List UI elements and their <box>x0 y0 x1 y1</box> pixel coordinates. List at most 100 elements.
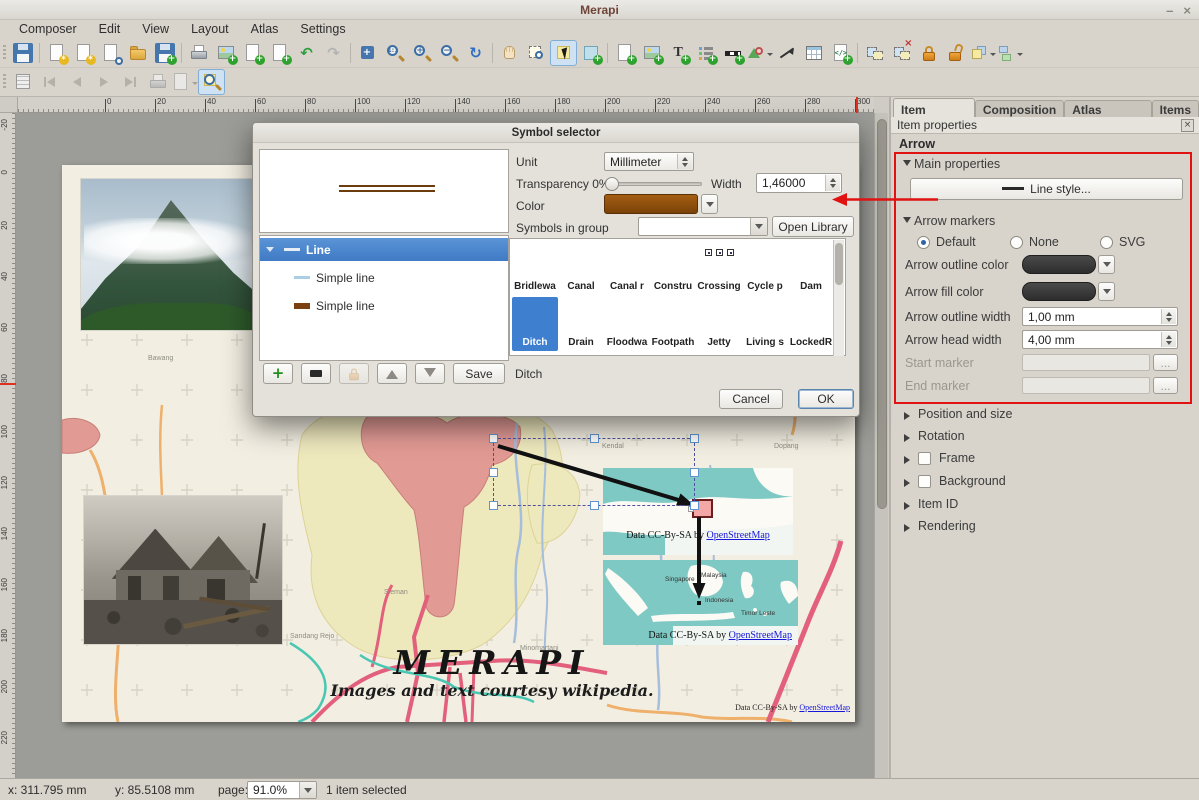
add-symbol-button[interactable]: + <box>263 363 293 384</box>
tab-item-properties[interactable]: Item properties <box>893 98 975 117</box>
combo-dropdown[interactable] <box>299 782 316 798</box>
add-html-button[interactable] <box>827 40 854 66</box>
tree-expander-icon[interactable] <box>266 247 274 256</box>
raise-items-button[interactable] <box>969 40 996 66</box>
atlas-settings-button[interactable] <box>198 69 225 95</box>
section-position-and-size[interactable]: Position and size <box>901 407 1013 422</box>
section-item-id[interactable]: Item ID <box>901 497 958 512</box>
composition-title-item[interactable]: MERAPI <box>312 645 672 681</box>
zoom-out-button[interactable]: − <box>435 40 462 66</box>
menu-layout[interactable]: Layout <box>180 21 240 37</box>
align-items-button[interactable] <box>996 40 1023 66</box>
menu-edit[interactable]: Edit <box>88 21 132 37</box>
atlas-next-feature-button[interactable] <box>90 69 117 95</box>
tree-item-line[interactable]: Line <box>260 238 508 261</box>
unit-combobox[interactable]: Millimeter <box>604 152 694 171</box>
open-template-button[interactable] <box>124 40 151 66</box>
symbol-cell[interactable]: Constru <box>650 241 696 295</box>
add-map-button[interactable] <box>611 40 638 66</box>
dialog-title[interactable]: Symbol selector <box>253 123 859 143</box>
atlas-previous-feature-button[interactable] <box>63 69 90 95</box>
symbols-group-combobox[interactable] <box>638 217 768 236</box>
remove-symbol-button[interactable] <box>301 363 331 384</box>
symbol-cell[interactable]: Bridlewa <box>512 241 558 295</box>
menu-composer[interactable]: Composer <box>8 21 88 37</box>
resize-handle-se[interactable] <box>690 501 699 510</box>
start-marker-browse-button[interactable]: ... <box>1153 354 1178 371</box>
end-marker-browse-button[interactable]: ... <box>1153 377 1178 394</box>
lock-items-button[interactable] <box>915 40 942 66</box>
end-marker-field[interactable] <box>1022 377 1150 394</box>
move-down-button[interactable] <box>415 363 445 384</box>
section-rendering[interactable]: Rendering <box>901 519 976 534</box>
resize-handle-sw[interactable] <box>489 501 498 510</box>
unlock-items-button[interactable] <box>942 40 969 66</box>
zoom-region-button[interactable] <box>523 40 550 66</box>
marker-default-radio[interactable]: Default <box>917 235 976 250</box>
arrow-head-width-spinbox[interactable]: 4,00 mm <box>1022 330 1178 349</box>
symbol-cell[interactable]: Crossing <box>696 241 742 295</box>
print-atlas-button[interactable] <box>144 69 171 95</box>
tab-atlas-generation[interactable]: Atlas generation <box>1064 100 1151 117</box>
symbol-cell[interactable]: Jetty <box>696 297 742 351</box>
lock-symbol-button[interactable] <box>339 363 369 384</box>
background-checkbox[interactable] <box>918 475 931 488</box>
redo-button[interactable] <box>320 40 347 66</box>
add-scalebar-button[interactable] <box>719 40 746 66</box>
preview-atlas-button[interactable] <box>9 69 36 95</box>
atlas-first-feature-button[interactable] <box>36 69 63 95</box>
add-legend-button[interactable] <box>692 40 719 66</box>
save-symbol-button[interactable]: Save <box>453 363 505 384</box>
resize-handle-s[interactable] <box>590 501 599 510</box>
openstreetmap-link[interactable]: OpenStreetMap <box>729 630 792 641</box>
toolbar-grip[interactable] <box>3 74 6 90</box>
menu-atlas[interactable]: Atlas <box>240 21 290 37</box>
combo-dropdown[interactable] <box>750 218 767 235</box>
spin-arrows-icon[interactable] <box>1161 332 1176 347</box>
section-background[interactable]: Background <box>901 474 1006 489</box>
width-spinbox[interactable]: 1,46000 <box>756 173 842 193</box>
panel-close-icon[interactable] <box>1181 119 1194 132</box>
symbol-cell[interactable]: Living s <box>742 297 788 351</box>
indonesia-inset-map-item[interactable]: Singapore Malaysia Indonesia Timor Leste… <box>603 560 798 645</box>
selection-rectangle[interactable] <box>493 438 695 506</box>
symbol-cell[interactable]: Drain <box>558 297 604 351</box>
slider-knob[interactable] <box>605 177 619 191</box>
save-project-button[interactable] <box>9 40 36 66</box>
move-up-button[interactable] <box>377 363 407 384</box>
export-pdf-button[interactable] <box>266 40 293 66</box>
section-frame[interactable]: Frame <box>901 451 975 466</box>
color-swatch-brown[interactable] <box>604 194 698 214</box>
openstreetmap-link[interactable]: OpenStreetMap <box>799 703 850 712</box>
pan-button[interactable] <box>496 40 523 66</box>
grid-scrollbar[interactable] <box>833 240 844 356</box>
close-button[interactable]: × <box>1183 3 1191 18</box>
zoom-level-combobox[interactable]: 91.0% <box>247 781 317 799</box>
refresh-button[interactable] <box>462 40 489 66</box>
scrollbar-thumb[interactable] <box>877 119 887 509</box>
tree-item-simple-line-1[interactable]: Simple line <box>260 266 508 289</box>
undo-button[interactable] <box>293 40 320 66</box>
move-content-button[interactable] <box>577 40 604 66</box>
frame-checkbox[interactable] <box>918 452 931 465</box>
canvas-vertical-scrollbar[interactable] <box>874 113 888 778</box>
minimize-button[interactable]: – <box>1166 3 1173 18</box>
symbol-cell[interactable]: Cycle p <box>742 241 788 295</box>
main-properties-header[interactable]: Main properties <box>903 157 1000 172</box>
symbol-cell[interactable]: Canal <box>558 241 604 295</box>
scrollbar-thumb[interactable] <box>835 243 843 285</box>
resize-handle-ne[interactable] <box>690 434 699 443</box>
destroyed-house-photo-item[interactable] <box>83 495 283 645</box>
add-shape-button[interactable] <box>746 40 773 66</box>
export-atlas-button[interactable] <box>171 69 198 95</box>
select-move-item-button[interactable] <box>550 40 577 66</box>
tab-items[interactable]: Items <box>1152 100 1199 117</box>
arrow-outline-color-dropdown[interactable] <box>1098 255 1115 274</box>
print-button[interactable] <box>185 40 212 66</box>
new-composition-button[interactable] <box>43 40 70 66</box>
marker-none-radio[interactable]: None <box>1010 235 1059 250</box>
ungroup-items-button[interactable] <box>888 40 915 66</box>
arrow-fill-color-swatch[interactable] <box>1022 282 1096 301</box>
composition-subtitle-item[interactable]: Images and text courtesy wikipedia. <box>262 682 722 700</box>
menu-settings[interactable]: Settings <box>289 21 356 37</box>
